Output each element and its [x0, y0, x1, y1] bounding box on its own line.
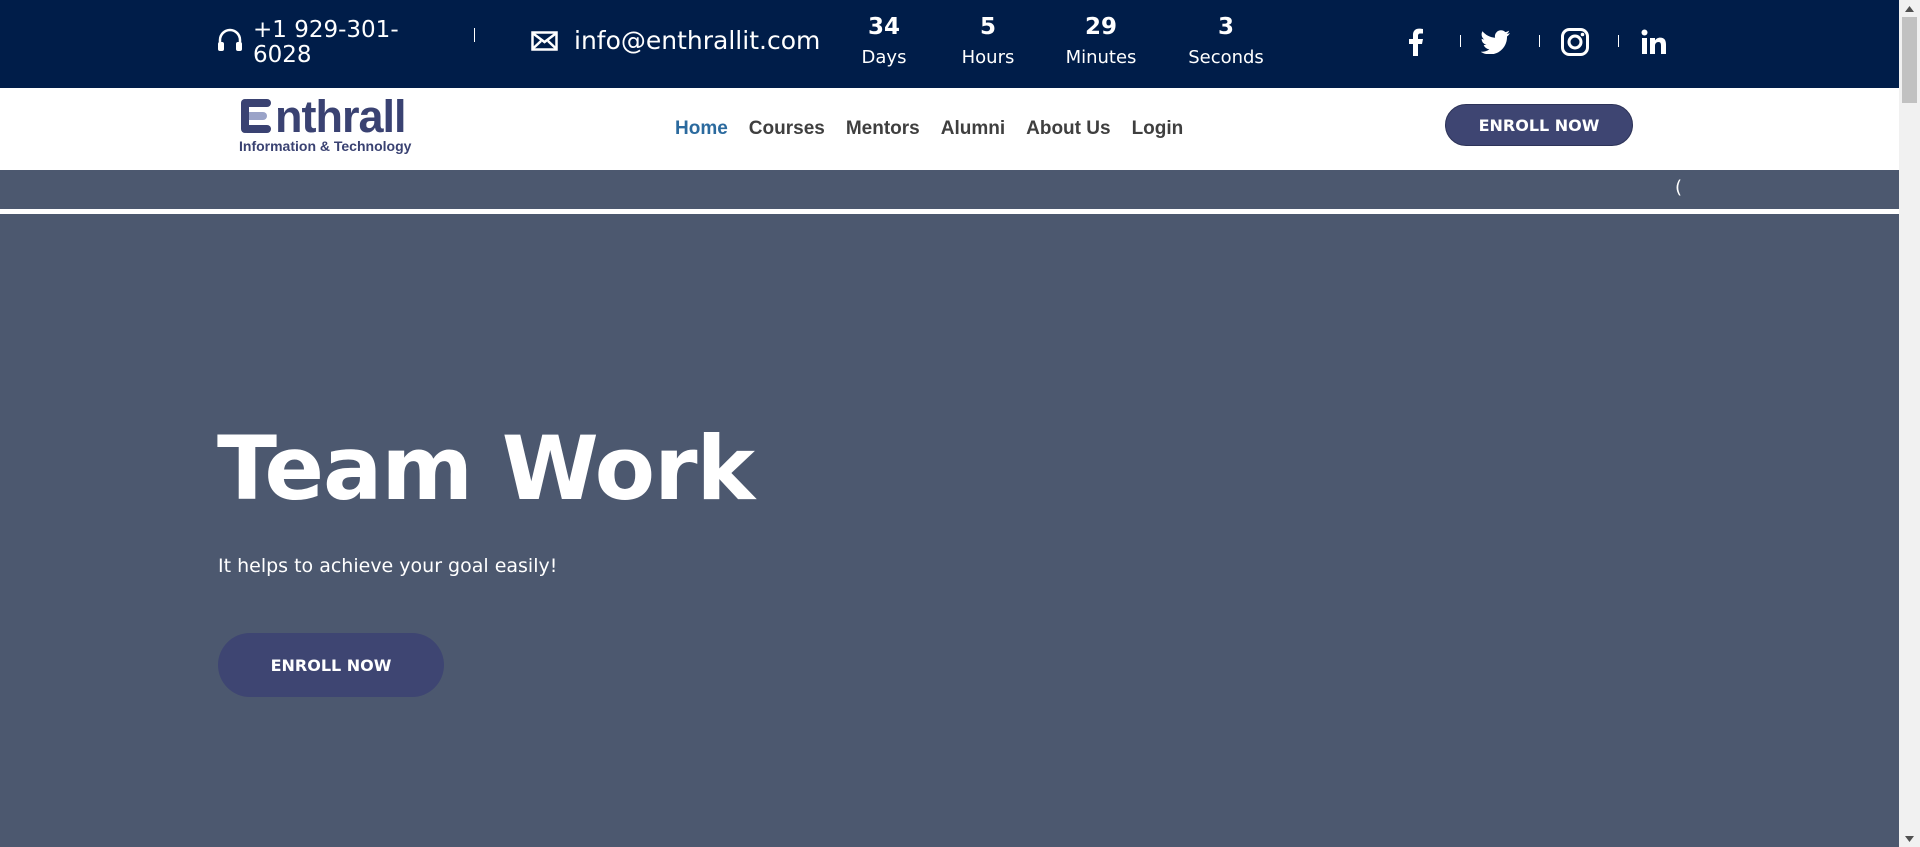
nav-mentors[interactable]: Mentors: [846, 118, 920, 140]
hero-title: Team Work: [217, 417, 755, 520]
page-viewport: +1 929-301-6028 info@enthrallit.com 34 D…: [0, 0, 1899, 847]
logo-text: nthrall: [275, 91, 407, 142]
vertical-scrollbar[interactable]: [1899, 0, 1920, 847]
facebook-icon[interactable]: [1398, 24, 1434, 60]
hero-section: Team Work It helps to achieve your goal …: [0, 214, 1899, 847]
headphones-icon: [218, 28, 242, 51]
countdown-value: 3: [1217, 14, 1234, 40]
countdown-label: Seconds: [1188, 47, 1264, 68]
countdown-value: 5: [979, 14, 996, 40]
scroll-down-arrow-icon[interactable]: [1899, 830, 1920, 847]
countdown-value: 29: [1084, 14, 1117, 40]
divider: [474, 28, 475, 42]
email-address[interactable]: info@enthrallit.com: [574, 26, 820, 55]
logo-tagline: Information & Technology: [239, 138, 412, 154]
countdown-hours: 5 Hours: [928, 10, 1048, 72]
hero-enroll-button[interactable]: ENROLL NOW: [218, 633, 444, 697]
phone-number[interactable]: +1 929-301-6028: [253, 18, 403, 68]
nav-about-us[interactable]: About Us: [1026, 118, 1110, 140]
announcement-strip: (: [0, 170, 1899, 210]
countdown-label: Days: [861, 47, 907, 68]
nav-login[interactable]: Login: [1132, 118, 1184, 140]
divider: [1618, 35, 1619, 47]
envelope-icon: [531, 30, 558, 51]
scrollbar-thumb[interactable]: [1902, 17, 1917, 103]
divider: [1539, 35, 1540, 47]
nav-alumni[interactable]: Alumni: [941, 118, 1005, 140]
scroll-up-arrow-icon[interactable]: [1899, 0, 1920, 17]
countdown-label: Hours: [961, 47, 1015, 68]
logo-e-mark: [239, 96, 275, 136]
phone-contact[interactable]: +1 929-301-6028: [217, 18, 403, 68]
email-contact[interactable]: info@enthrallit.com: [531, 26, 820, 55]
top-bar: +1 929-301-6028 info@enthrallit.com 34 D…: [0, 0, 1899, 88]
divider: [1460, 35, 1461, 47]
instagram-icon[interactable]: [1557, 24, 1593, 60]
header-enroll-button[interactable]: ENROLL NOW: [1445, 104, 1633, 146]
main-nav: Home Courses Mentors Alumni About Us Log…: [675, 118, 1204, 140]
site-header: nthrall Information & Technology Home Co…: [0, 88, 1899, 170]
nav-courses[interactable]: Courses: [749, 118, 825, 140]
site-logo[interactable]: nthrall Information & Technology: [239, 94, 412, 155]
nav-home[interactable]: Home: [675, 118, 728, 140]
strip-text: (: [1675, 177, 1683, 198]
countdown-minutes: 29 Minutes: [1041, 10, 1161, 72]
countdown-days: 34 Days: [824, 10, 944, 72]
linkedin-icon[interactable]: [1636, 24, 1672, 60]
countdown-value: 34: [867, 14, 900, 40]
logo-wordmark: nthrall: [239, 94, 411, 140]
twitter-icon[interactable]: [1478, 24, 1514, 60]
countdown-label: Minutes: [1065, 47, 1137, 68]
countdown-seconds: 3 Seconds: [1166, 10, 1286, 72]
hero-subtitle: It helps to achieve your goal easily!: [218, 555, 558, 577]
